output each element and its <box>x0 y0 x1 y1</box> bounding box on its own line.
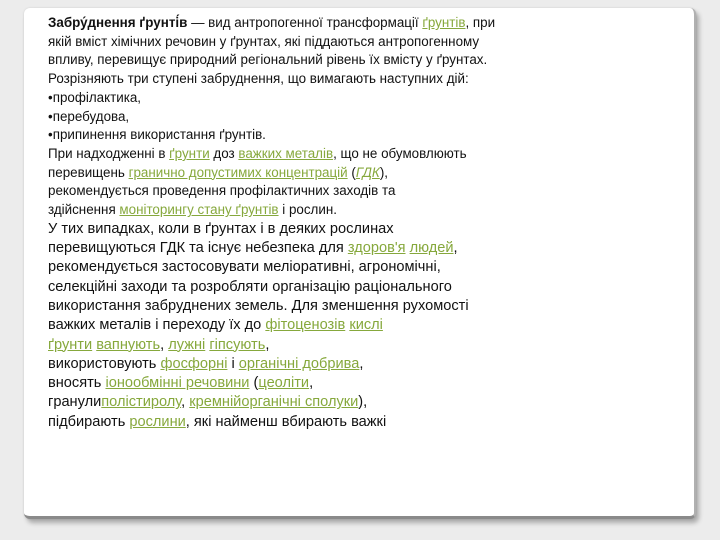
text-fragment: , <box>265 336 270 353</box>
link-gdk[interactable]: ГДК <box>356 165 380 180</box>
article-body: Забру́днення ґрунті́в — вид антропогенно… <box>48 14 668 432</box>
link-acidic[interactable]: кислі <box>349 317 383 333</box>
link-soil-monitoring[interactable]: моніторингу стану ґрунтів <box>119 202 278 217</box>
definition-line-1: Забру́днення ґрунті́в — вид антропогенно… <box>48 14 668 33</box>
link-organic-fertilizers[interactable]: органічні добрива <box>239 356 360 372</box>
link-polystyrene[interactable]: полістиролу <box>101 394 181 410</box>
link-ion-exchange[interactable]: іонообмінні речовини <box>105 375 249 391</box>
para3-line-9: вносять іонообмінні речовини (цеоліти, <box>48 374 668 393</box>
link-health[interactable]: здоров'я <box>348 240 406 256</box>
link-plants[interactable]: рослини <box>129 414 185 430</box>
para3-line-11: підбирають рослини, які найменш вбирають… <box>48 413 668 432</box>
definition-line-2: якій вміст хімічних речовин у ґрунтах, я… <box>48 33 480 49</box>
text-fragment: підбирають <box>48 413 130 430</box>
para2-line-2: перевищень гранично допустимих концентра… <box>48 164 668 183</box>
text-fragment: , <box>453 240 458 257</box>
definition-line-3: впливу, перевищує природний регіональний… <box>48 52 488 68</box>
para3-line-8: використовують фосфорні і органічні добр… <box>48 355 668 374</box>
link-gypsuming[interactable]: гіпсують <box>209 337 265 353</box>
para3-line-10: гранулиполістиролу, кремнійорганічні спо… <box>48 393 668 412</box>
article-term: Забру́днення ґрунті́в <box>48 15 188 30</box>
link-max-permissible-concentrations[interactable]: гранично допустимих концентрацій <box>129 165 348 180</box>
definition-line-4: Розрізняють три ступені забруднення, що … <box>48 71 469 87</box>
para3-line-6: важких металів і переходу їх до фітоцено… <box>48 316 668 335</box>
link-zeolites[interactable]: цеоліти <box>258 375 309 391</box>
link-soils[interactable]: ґрунтів <box>422 15 465 30</box>
para3-line-5: використання забруднених земель. Для зме… <box>48 297 469 314</box>
link-heavy-metals[interactable]: важких металів <box>238 146 333 161</box>
text-fragment: , при <box>465 15 496 30</box>
text-fragment: ), <box>379 164 389 180</box>
para2-line-4: здійснення моніторингу стану ґрунтів і р… <box>48 201 668 220</box>
para2-line-3: рекомендується проведення профілактичних… <box>48 183 396 199</box>
text-fragment: гранули <box>48 394 102 411</box>
text-fragment: важких металів і переходу їх до <box>48 317 266 334</box>
para3-line-4: селекційні заходи та розробляти організа… <box>48 278 452 295</box>
bullet-item: •припинення використання ґрунтів. <box>48 127 266 143</box>
bullet-item: •перебудова, <box>48 108 130 124</box>
text-fragment: доз <box>209 145 239 161</box>
text-fragment: , які найменш вбирають важкі <box>185 413 387 430</box>
text-fragment: ), <box>358 394 368 411</box>
link-organosilicon[interactable]: кремнійорганічні сполуки <box>189 394 358 410</box>
text-fragment: ( <box>347 164 356 180</box>
text-fragment: і рослин. <box>278 202 337 218</box>
para3-line-7: ґрунти вапнують, лужні гіпсують, <box>48 336 668 355</box>
para3-line-1: У тих випадках, коли в ґрунтах і в деяки… <box>48 220 394 237</box>
link-phytocenoses[interactable]: фітоценозів <box>265 317 345 333</box>
text-fragment: здійснення <box>48 202 120 218</box>
text-fragment: , <box>160 336 169 353</box>
text-fragment: При надходженні в <box>48 145 170 161</box>
text-fragment: , <box>359 355 364 372</box>
link-alkaline[interactable]: лужні <box>168 337 205 353</box>
text-fragment: , що не обумовлюють <box>333 145 467 161</box>
text-fragment: , <box>309 375 314 392</box>
link-liming[interactable]: вапнують <box>96 337 160 353</box>
text-fragment: перевищень <box>48 164 129 180</box>
para3-line-2: перевищуються ГДК та існує небезпека для… <box>48 239 668 258</box>
link-soils[interactable]: ґрунти <box>48 337 92 353</box>
text-fragment: перевищуються ГДК та існує небезпека для <box>48 240 348 257</box>
text-fragment: — вид антропогенної трансформації <box>187 15 423 30</box>
text-fragment: і <box>227 355 239 372</box>
text-fragment: вносять <box>48 375 106 392</box>
link-people[interactable]: людей <box>410 240 454 256</box>
link-soils[interactable]: ґрунти <box>169 146 210 161</box>
bullet-item: •профілактика, <box>48 89 142 105</box>
link-phosphorus[interactable]: фосфорні <box>160 356 227 372</box>
text-fragment: використовують <box>48 355 161 372</box>
para2-line-1: При надходженні в ґрунти доз важких мета… <box>48 145 668 164</box>
para3-line-3: рекомендується застосовувати меліоративн… <box>48 259 441 276</box>
